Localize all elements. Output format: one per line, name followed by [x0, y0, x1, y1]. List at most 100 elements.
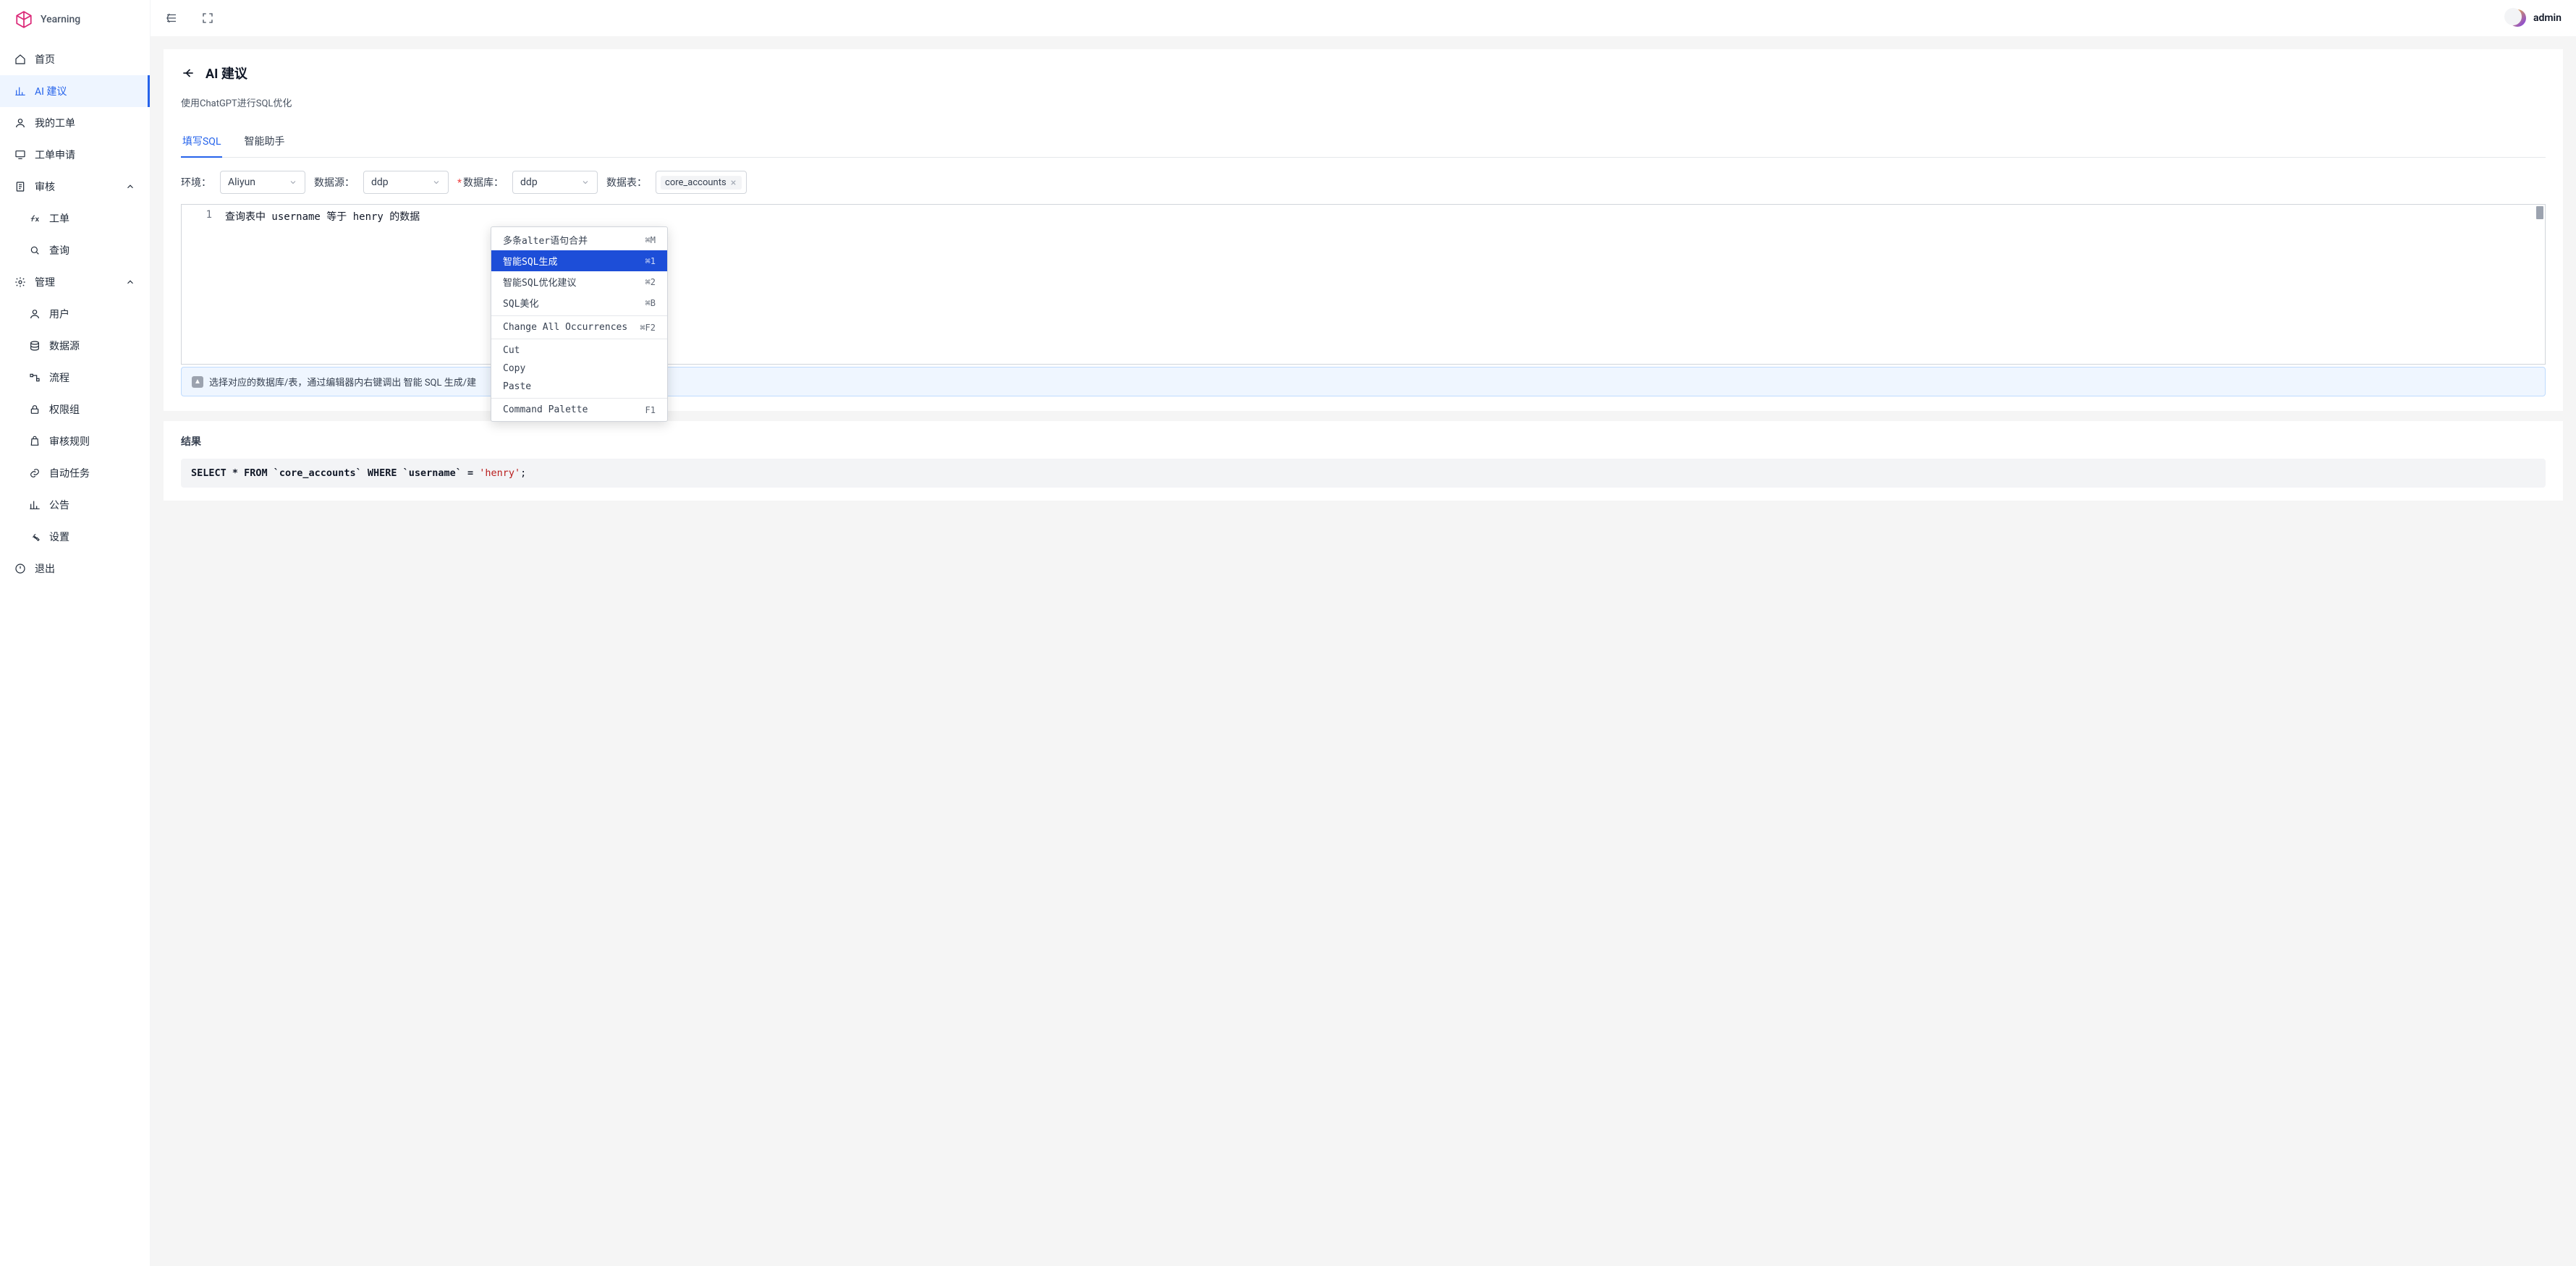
- database-icon: [29, 340, 41, 352]
- clipboard-icon: [14, 181, 26, 192]
- ctx-cut[interactable]: Cut: [491, 341, 667, 360]
- chevron-down-icon: [581, 178, 590, 187]
- ctx-copy[interactable]: Copy: [491, 360, 667, 378]
- sidebar-item-notice[interactable]: 公告: [0, 489, 150, 521]
- ctx-paste[interactable]: Paste: [491, 378, 667, 396]
- table-tag: core_accounts: [661, 176, 742, 190]
- chart-icon: [14, 85, 26, 97]
- ctx-merge-alter[interactable]: 多条alter语句合并⌘M: [491, 229, 667, 250]
- fx-icon: [29, 213, 41, 224]
- sidebar-label: 流程: [49, 370, 69, 385]
- sidebar-item-flow[interactable]: 流程: [0, 362, 150, 394]
- ds-label: 数据源：: [314, 175, 355, 190]
- close-icon[interactable]: [729, 179, 737, 187]
- db-select[interactable]: ddp: [512, 171, 598, 194]
- ctx-command-palette[interactable]: Command PaletteF1: [491, 401, 667, 419]
- editor-line: 查询表中 username 等于 henry 的数据: [225, 209, 2539, 224]
- flow-icon: [29, 372, 41, 383]
- link-icon: [29, 467, 41, 479]
- form-row: 环境： Aliyun 数据源： ddp *数据库： ddp: [181, 171, 2546, 194]
- sidebar-label: 工单: [49, 211, 69, 226]
- result-card: 结果 SELECT * FROM `core_accounts` WHERE `…: [164, 421, 2563, 501]
- sidebar-item-order-apply[interactable]: 工单申请: [0, 139, 150, 171]
- app-name: Yearning: [41, 14, 80, 25]
- collapse-sidebar-icon[interactable]: [165, 12, 178, 25]
- tab-write-sql[interactable]: 填写SQL: [181, 127, 222, 157]
- home-icon: [14, 54, 26, 65]
- sidebar-label: 管理: [35, 275, 55, 289]
- env-select[interactable]: Aliyun: [220, 171, 305, 194]
- sidebar-label: 工单申请: [35, 148, 75, 162]
- ctx-sql-format[interactable]: SQL美化⌘B: [491, 292, 667, 313]
- sidebar-label: 公告: [49, 498, 69, 512]
- sidebar-label: 查询: [49, 243, 69, 258]
- wrench-icon: [29, 531, 41, 543]
- editor-gutter: 1: [182, 205, 219, 364]
- nav: 首页 AI 建议 我的工单 工单申请 审核 工单: [0, 39, 150, 1266]
- sidebar-item-audit-query[interactable]: 查询: [0, 234, 150, 266]
- editor-code[interactable]: 查询表中 username 等于 henry 的数据 多条alter语句合并⌘M…: [219, 205, 2545, 364]
- avatar: [2509, 9, 2526, 27]
- fullscreen-icon[interactable]: [201, 12, 214, 25]
- tab-assistant[interactable]: 智能助手: [242, 127, 286, 157]
- ds-value: ddp: [371, 177, 389, 188]
- sidebar-item-manage[interactable]: 管理: [0, 266, 150, 298]
- result-sql: SELECT * FROM `core_accounts` WHERE `use…: [181, 459, 2546, 488]
- env-label: 环境：: [181, 175, 211, 190]
- ds-select[interactable]: ddp: [363, 171, 449, 194]
- user-menu[interactable]: admin: [2509, 9, 2562, 27]
- sidebar-item-ai[interactable]: AI 建议: [0, 75, 150, 107]
- sidebar-label: AI 建议: [35, 84, 67, 98]
- sidebar: Yearning 首页 AI 建议 我的工单 工单申请 审核: [0, 0, 151, 1266]
- sidebar-item-permission[interactable]: 权限组: [0, 394, 150, 425]
- info-icon: ▲: [192, 376, 203, 388]
- sidebar-label: 用户: [49, 307, 69, 321]
- sidebar-item-audit-order[interactable]: 工单: [0, 203, 150, 234]
- sidebar-label: 权限组: [49, 402, 80, 417]
- sidebar-label: 设置: [49, 530, 69, 544]
- sidebar-item-auto[interactable]: 自动任务: [0, 457, 150, 489]
- page-title: AI 建议: [206, 64, 247, 82]
- sidebar-item-settings[interactable]: 设置: [0, 521, 150, 553]
- chevron-up-icon: [125, 182, 135, 192]
- sidebar-item-rules[interactable]: 审核规则: [0, 425, 150, 457]
- db-value: ddp: [520, 177, 538, 188]
- sidebar-label: 自动任务: [49, 466, 90, 480]
- username: admin: [2533, 12, 2562, 24]
- sidebar-label: 我的工单: [35, 116, 75, 130]
- search-icon: [29, 245, 41, 256]
- ctx-sql-optimize[interactable]: 智能SQL优化建议⌘2: [491, 271, 667, 292]
- back-arrow-icon[interactable]: [181, 66, 195, 80]
- ctx-change-all[interactable]: Change All Occurrences⌘F2: [491, 318, 667, 336]
- context-menu: 多条alter语句合并⌘M 智能SQL生成⌘1 智能SQL优化建议⌘2 SQL美…: [491, 226, 668, 422]
- ctx-sql-generate[interactable]: 智能SQL生成⌘1: [491, 250, 667, 271]
- sidebar-label: 首页: [35, 52, 55, 67]
- minimap-icon[interactable]: [2536, 206, 2543, 219]
- sidebar-item-users[interactable]: 用户: [0, 298, 150, 330]
- sidebar-item-logout[interactable]: 退出: [0, 553, 150, 585]
- result-title: 结果: [181, 434, 2546, 449]
- sidebar-item-datasource[interactable]: 数据源: [0, 330, 150, 362]
- chevron-down-icon: [432, 178, 441, 187]
- main: admin AI 建议 使用ChatGPT进行SQL优化 填写SQL 智能助手 …: [151, 0, 2576, 1266]
- sidebar-item-home[interactable]: 首页: [0, 43, 150, 75]
- monitor-icon: [14, 149, 26, 161]
- db-label: *数据库：: [457, 175, 504, 190]
- chevron-down-icon: [289, 178, 297, 187]
- logout-icon: [14, 563, 26, 574]
- sidebar-item-audit[interactable]: 审核: [0, 171, 150, 203]
- user-icon: [14, 117, 26, 129]
- table-multiselect[interactable]: core_accounts: [656, 171, 747, 194]
- lock-icon: [29, 404, 41, 415]
- user-icon: [29, 308, 41, 320]
- hint-text: 选择对应的数据库/表，通过编辑器内右键调出 智能 SQL 生成/建: [209, 375, 476, 388]
- chevron-up-icon: [125, 277, 135, 287]
- logo-icon: [14, 10, 33, 29]
- sql-editor[interactable]: 1 查询表中 username 等于 henry 的数据 多条alter语句合并…: [181, 204, 2546, 365]
- env-value: Aliyun: [228, 177, 255, 188]
- chart-icon: [29, 499, 41, 511]
- logo-area[interactable]: Yearning: [0, 0, 150, 39]
- sidebar-item-my-orders[interactable]: 我的工单: [0, 107, 150, 139]
- table-label: 数据表：: [606, 175, 647, 190]
- main-card: AI 建议 使用ChatGPT进行SQL优化 填写SQL 智能助手 环境： Al…: [164, 49, 2563, 411]
